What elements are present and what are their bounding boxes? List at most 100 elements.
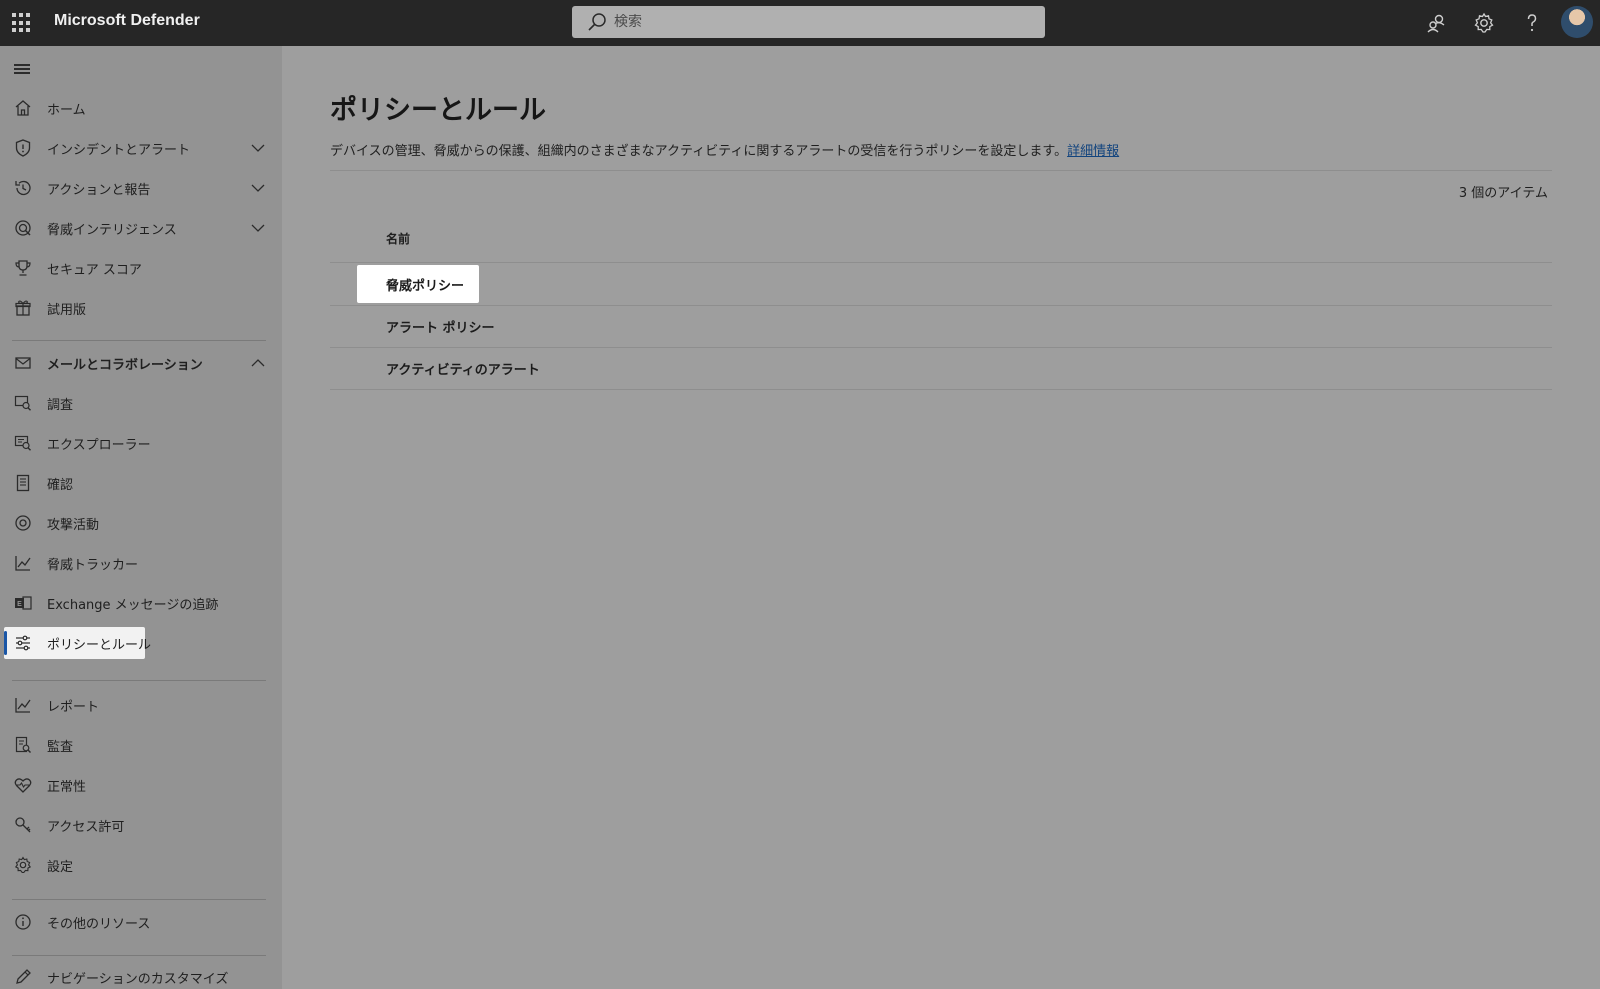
avatar[interactable] (1561, 6, 1593, 38)
sidebar-item-threat-tracker[interactable]: 脅威トラッカー (0, 543, 282, 583)
chevron-down-icon (251, 224, 265, 232)
sidebar-item-more-resources[interactable]: その他のリソース (0, 902, 282, 942)
sidebar-item-permissions[interactable]: アクセス許可 (0, 805, 282, 845)
sidebar-item-audit[interactable]: 監査 (0, 725, 282, 765)
home-icon (15, 100, 31, 116)
sidebar-divider (12, 899, 266, 900)
app-launcher-icon[interactable] (12, 13, 32, 33)
heart-pulse-icon (14, 778, 32, 793)
sidebar-item-label: セキュア スコア (47, 262, 142, 278)
sidebar-item-label: 監査 (47, 739, 74, 755)
shield-icon (15, 139, 31, 157)
sidebar-item-label: Exchange メッセージの追跡 (47, 597, 219, 613)
active-indicator (4, 631, 7, 655)
exchange-icon: E (15, 596, 32, 610)
sidebar-item-customize-navigation[interactable]: ナビゲーションのカスタマイズ (0, 957, 282, 989)
threat-intel-icon (15, 220, 31, 236)
sidebar-divider (12, 955, 266, 956)
settings-icon (14, 856, 32, 874)
trophy-icon (15, 260, 31, 276)
explorer-icon (14, 435, 31, 451)
report-chart-icon (15, 698, 31, 713)
chart-line-icon (15, 556, 31, 571)
sidebar-item-label: ホーム (47, 102, 86, 118)
sidebar-item-label: 脅威トラッカー (47, 557, 139, 573)
table-row[interactable]: アラート ポリシー (330, 305, 1552, 347)
hamburger-menu-icon[interactable] (14, 62, 32, 76)
sidebar-divider (12, 340, 266, 341)
sidebar-item-exchange-message-trace[interactable]: E Exchange メッセージの追跡 (0, 583, 282, 623)
chevron-down-icon (251, 144, 265, 152)
top-bar: Microsoft Defender (0, 0, 1600, 46)
sidebar-item-label: インシデントとアラート (47, 142, 191, 158)
row-name-activity-alerts[interactable]: アクティビティのアラート (386, 359, 540, 378)
sidebar-item-review[interactable]: 確認 (0, 463, 282, 503)
sidebar-item-trials[interactable]: 試用版 (0, 288, 282, 328)
sidebar-item-label: 攻撃活動 (47, 517, 100, 533)
svg-text:E: E (17, 601, 22, 608)
row-name-alert-policy[interactable]: アラート ポリシー (386, 317, 495, 336)
sliders-icon (16, 635, 30, 651)
sidebar: ホーム インシデントとアラート アクションと報告 脅威インテリジェンス セキュア… (0, 46, 282, 989)
sidebar-item-label: 調査 (47, 397, 74, 413)
sidebar-item-home[interactable]: ホーム (0, 88, 282, 128)
sidebar-item-label: 試用版 (47, 302, 87, 318)
app-title[interactable]: Microsoft Defender (54, 12, 200, 30)
target-icon (15, 515, 31, 531)
sidebar-item-label: 確認 (47, 477, 74, 493)
sidebar-item-settings[interactable]: 設定 (0, 845, 282, 885)
sidebar-item-email-collaboration[interactable]: メールとコラボレーション (0, 343, 282, 383)
sidebar-item-explorer[interactable]: エクスプローラー (0, 423, 282, 463)
search-icon (588, 13, 606, 31)
sidebar-item-investigations[interactable]: 調査 (0, 383, 282, 423)
sidebar-item-label: 正常性 (47, 779, 87, 795)
row-name-threat-policies[interactable]: 脅威ポリシー (386, 275, 464, 294)
learn-more-link[interactable]: 詳細情報 (1067, 144, 1119, 159)
description-text: デバイスの管理、脅威からの保護、組織内のさまざまなアクティビティに関するアラート… (330, 144, 1068, 159)
chevron-up-icon (251, 359, 265, 367)
gift-icon (15, 300, 31, 316)
sidebar-item-label: 脅威インテリジェンス (47, 222, 177, 238)
page-description: デバイスの管理、脅威からの保護、組織内のさまざまなアクティビティに関するアラート… (330, 140, 1119, 159)
sidebar-item-policies-rules[interactable]: ポリシーとルール (0, 623, 282, 663)
header-divider (330, 170, 1552, 171)
review-icon (16, 474, 30, 492)
audit-icon (15, 736, 31, 753)
sidebar-item-actions-submissions[interactable]: アクションと報告 (0, 168, 282, 208)
sidebar-item-threat-intelligence[interactable]: 脅威インテリジェンス (0, 208, 282, 248)
sidebar-item-label: ポリシーとルール (47, 637, 152, 653)
page-title: ポリシーとルール (330, 95, 546, 126)
history-icon (15, 180, 31, 196)
sidebar-item-label: ナビゲーションのカスタマイズ (47, 971, 229, 987)
community-icon[interactable] (1424, 11, 1448, 35)
sidebar-item-label: メールとコラボレーション (47, 357, 203, 373)
sidebar-item-label: アクションと報告 (47, 182, 151, 198)
sidebar-item-reports[interactable]: レポート (0, 685, 282, 725)
sidebar-item-campaigns[interactable]: 攻撃活動 (0, 503, 282, 543)
gear-icon[interactable] (1472, 11, 1496, 35)
table-row[interactable]: 脅威ポリシー (330, 263, 1552, 305)
column-header-name[interactable]: 名前 (386, 230, 410, 247)
sidebar-item-secure-score[interactable]: セキュア スコア (0, 248, 282, 288)
search-box[interactable] (572, 6, 1045, 38)
sidebar-item-label: 設定 (47, 859, 74, 875)
sidebar-item-health[interactable]: 正常性 (0, 765, 282, 805)
table-row[interactable]: アクティビティのアラート (330, 347, 1552, 389)
pencil-icon (16, 969, 31, 984)
mail-icon (15, 357, 31, 369)
sidebar-item-label: エクスプローラー (47, 437, 151, 453)
help-icon[interactable] (1520, 11, 1544, 35)
search-input[interactable] (614, 14, 1014, 30)
investigation-icon (14, 395, 31, 411)
sidebar-item-incidents-alerts[interactable]: インシデントとアラート (0, 128, 282, 168)
main-content: ポリシーとルール デバイスの管理、脅威からの保護、組織内のさまざまなアクティビテ… (282, 46, 1600, 989)
sidebar-divider (12, 680, 266, 681)
table-divider (330, 389, 1552, 390)
key-icon (15, 817, 31, 833)
chevron-down-icon (251, 184, 265, 192)
info-icon (15, 914, 31, 930)
item-count: 3 個のアイテム (1458, 186, 1548, 201)
sidebar-item-label: その他のリソース (47, 916, 151, 932)
sidebar-item-label: アクセス許可 (47, 819, 125, 835)
sidebar-item-label: レポート (47, 699, 100, 715)
